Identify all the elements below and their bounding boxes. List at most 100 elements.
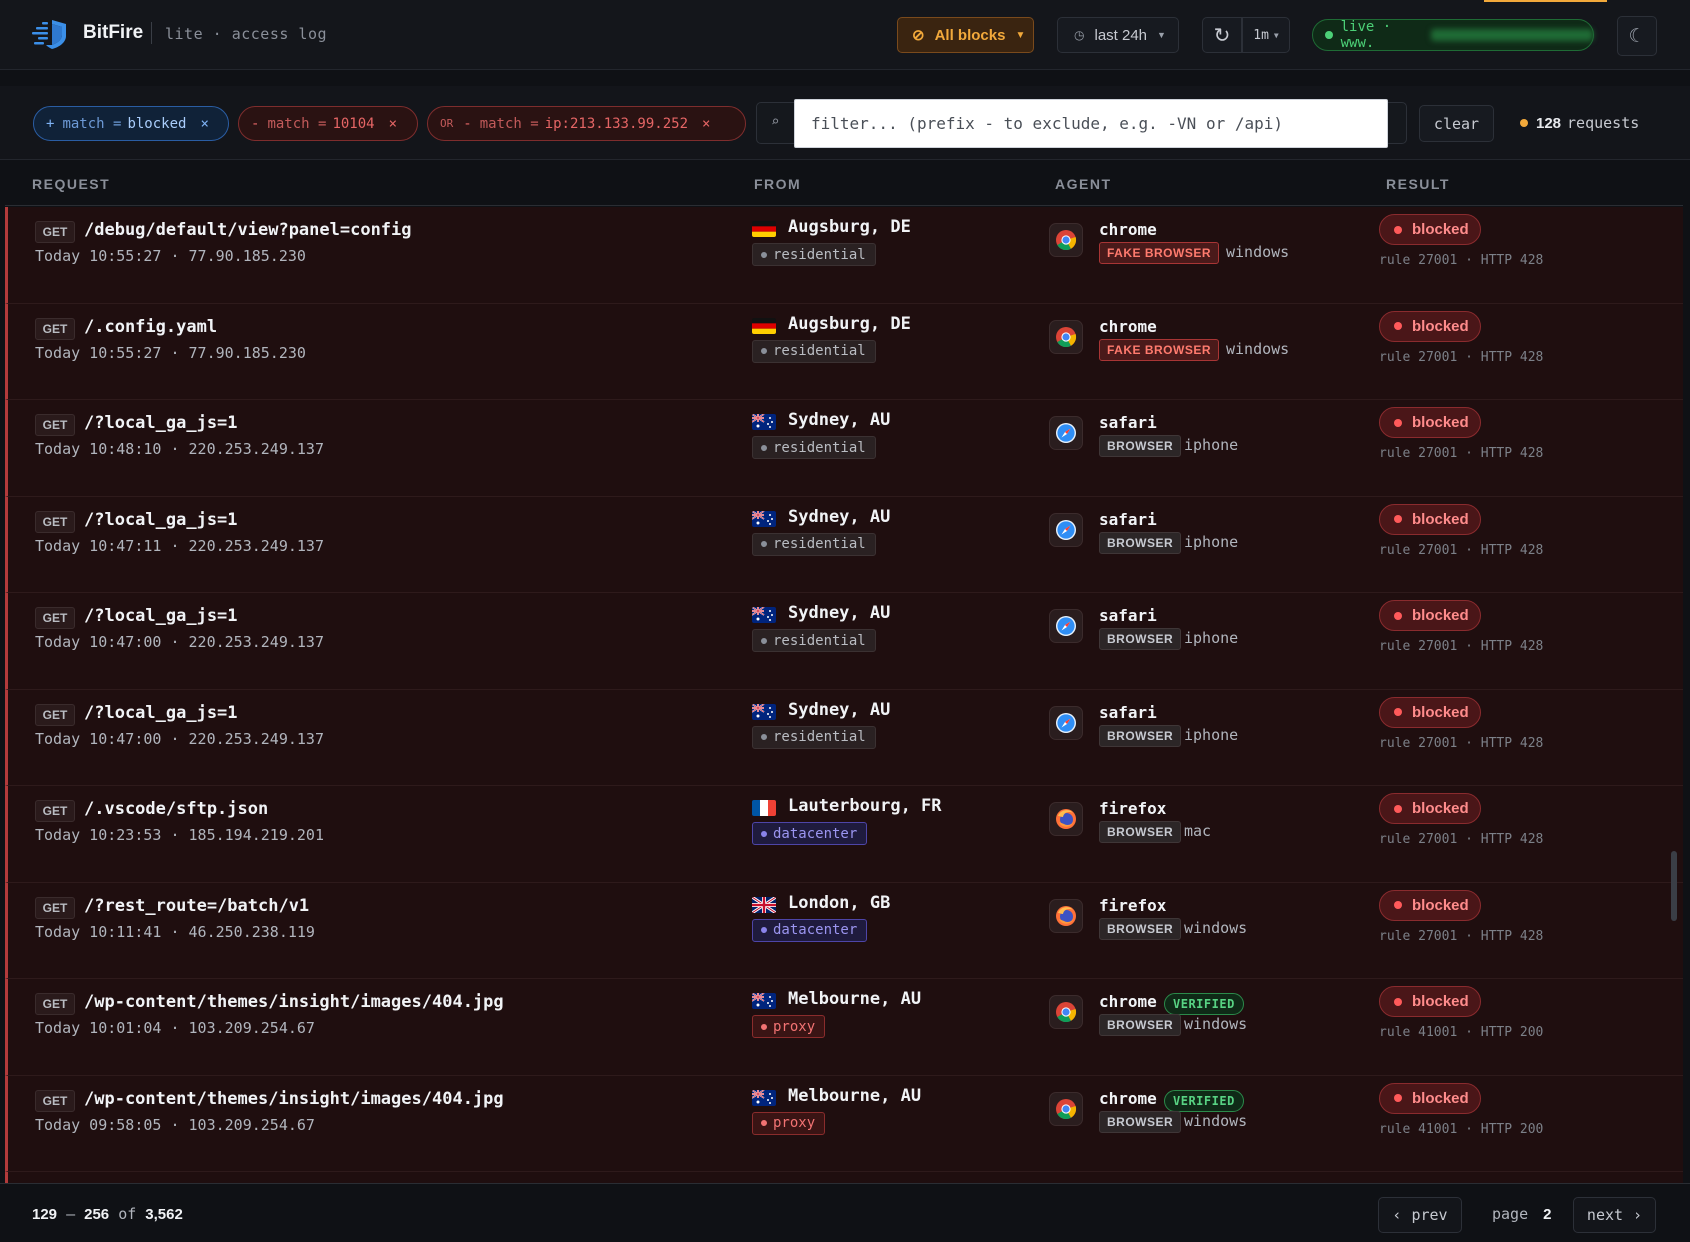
network-type-tag: residential	[752, 436, 876, 459]
request-count-label: requests	[1567, 114, 1640, 132]
request-path[interactable]: /wp-content/themes/insight/images/404.jp…	[84, 1089, 504, 1109]
next-page-button[interactable]: next ›	[1573, 1197, 1656, 1233]
status-dot-icon	[1394, 418, 1402, 427]
refresh-interval-dropdown[interactable]: 1m ▼	[1242, 17, 1290, 53]
remove-chip-icon[interactable]: ×	[702, 116, 710, 132]
result-label: blocked	[1412, 607, 1469, 624]
origin-location: London, GB	[788, 892, 891, 913]
remove-chip-icon[interactable]: ×	[389, 116, 397, 132]
country-flag-icon	[752, 1089, 776, 1106]
time-range-dropdown[interactable]: ◷ last 24h ▼	[1057, 17, 1179, 53]
refresh-icon: ↻	[1213, 24, 1231, 47]
request-path[interactable]: /.vscode/sftp.json	[84, 799, 268, 819]
table-row[interactable]: GET /?local_ga_js=1 Today 10:47:00 · 220…	[5, 689, 1683, 786]
column-header-agent: AGENT	[1055, 176, 1112, 192]
prev-label: prev	[1411, 1206, 1448, 1224]
all-blocks-dropdown[interactable]: ⊘ All blocks ▼	[897, 17, 1034, 53]
theme-toggle-button[interactable]: ☾	[1617, 16, 1657, 56]
accent-line	[1484, 0, 1607, 2]
clear-filters-button[interactable]: clear	[1419, 105, 1494, 142]
table-row[interactable]: GET /?local_ga_js=1 Today 10:47:11 · 220…	[5, 496, 1683, 593]
country-flag-icon	[752, 414, 776, 430]
filter-search-input[interactable]	[794, 99, 1388, 148]
live-indicator[interactable]: live · www.	[1312, 19, 1594, 51]
table-row[interactable]: GET /?local_ga_js=1 Today 10:48:10 · 220…	[5, 400, 1683, 497]
brand-divider	[151, 22, 152, 44]
request-path[interactable]: /?rest_route=/batch/v1	[84, 896, 309, 916]
clock-icon: ◷	[1074, 28, 1085, 42]
agent-name: chrome	[1099, 316, 1157, 336]
remove-chip-icon[interactable]: ×	[200, 116, 208, 132]
rule-info: rule 27001 · HTTP 428	[1379, 446, 1544, 461]
agent-name: chrome	[1099, 992, 1157, 1011]
request-path[interactable]: /?local_ga_js=1	[84, 413, 238, 433]
network-dot-icon	[761, 1023, 767, 1030]
refresh-button[interactable]: ↻	[1202, 17, 1242, 53]
filter-chip-include[interactable]: + match = blocked ×	[33, 106, 229, 141]
request-path[interactable]: /?local_ga_js=1	[84, 510, 238, 530]
table-row[interactable]: GET /wp-content/themes/insight/images/40…	[5, 979, 1683, 1076]
http-method-badge: GET	[35, 1089, 75, 1112]
range-dash: –	[66, 1205, 76, 1223]
rule-info: rule 27001 · HTTP 428	[1379, 639, 1544, 654]
filter-chip-exclude[interactable]: - match = 10104 ×	[238, 106, 418, 141]
request-path[interactable]: /.config.yaml	[84, 317, 217, 337]
network-type-tag: residential	[752, 339, 876, 363]
time-range-label: last 24h	[1094, 26, 1148, 44]
table-row-partial	[5, 1172, 1683, 1183]
request-path[interactable]: /?local_ga_js=1	[84, 703, 238, 723]
table-row[interactable]: GET /?local_ga_js=1 Today 10:47:00 · 220…	[5, 593, 1683, 690]
chevron-right-icon: ›	[1633, 1206, 1643, 1224]
chrome-browser-icon	[1049, 995, 1083, 1029]
verified-badge: VERIFIED	[1164, 993, 1244, 1015]
filter-chip-or-exclude[interactable]: OR - match = ip:213.133.99.252 ×	[427, 106, 746, 141]
network-type-tag: datacenter	[752, 822, 868, 845]
table-row[interactable]: GET /debug/default/view?panel=config Tod…	[5, 207, 1683, 304]
network-type-label: proxy	[773, 1115, 816, 1131]
agent-type-badge: BROWSER	[1099, 917, 1182, 940]
request-path[interactable]: /wp-content/themes/insight/images/404.jp…	[84, 992, 504, 1012]
chevron-left-icon: ‹	[1392, 1206, 1402, 1224]
status-dot-icon	[1394, 804, 1402, 813]
country-flag-icon	[752, 800, 776, 816]
network-dot-icon	[761, 637, 767, 644]
redacted-domain	[1430, 29, 1593, 41]
agent-os: iphone	[1184, 725, 1239, 744]
result-badge: blocked	[1379, 214, 1481, 245]
range-of: of	[118, 1205, 137, 1223]
request-meta: Today 10:11:41 · 46.250.238.119	[35, 922, 315, 941]
table-row[interactable]: GET /.config.yaml Today 10:55:27 · 77.90…	[5, 303, 1683, 400]
request-meta: Today 10:55:27 · 77.90.185.230	[35, 343, 306, 362]
agent-name: chrome	[1099, 1088, 1157, 1108]
status-dot-icon	[1394, 322, 1402, 330]
origin-location: Augsburg, DE	[788, 217, 911, 237]
prev-page-button[interactable]: ‹ prev	[1378, 1197, 1462, 1233]
table-row[interactable]: GET /?rest_route=/batch/v1 Today 10:11:4…	[5, 882, 1683, 979]
agent-type-badge: FAKE BROWSER	[1099, 242, 1220, 264]
safari-browser-icon	[1049, 609, 1083, 643]
search-icon: ⌕	[771, 114, 780, 130]
result-badge: blocked	[1379, 1082, 1481, 1114]
request-path[interactable]: /?local_ga_js=1	[84, 606, 238, 626]
agent-name: firefox	[1099, 799, 1167, 818]
table-row[interactable]: GET /wp-content/themes/insight/images/40…	[5, 1075, 1683, 1172]
rule-info: rule 27001 · HTTP 428	[1379, 735, 1544, 751]
agent-type-badge: BROWSER	[1099, 724, 1182, 747]
table-scrollbar[interactable]	[1671, 851, 1677, 921]
table-row[interactable]: GET /.vscode/sftp.json Today 10:23:53 · …	[5, 786, 1683, 883]
request-meta: Today 10:48:10 · 220.253.249.137	[35, 440, 324, 458]
request-count-value: 128	[1536, 114, 1562, 132]
verified-badge: VERIFIED	[1164, 1089, 1244, 1112]
result-label: blocked	[1412, 510, 1469, 528]
request-path[interactable]: /debug/default/view?panel=config	[84, 220, 412, 240]
chrome-browser-icon	[1049, 1091, 1083, 1126]
rule-info: rule 27001 · HTTP 428	[1379, 542, 1544, 558]
rule-info: rule 27001 · HTTP 428	[1379, 928, 1544, 944]
request-meta: Today 10:01:04 · 103.209.254.67	[35, 1019, 315, 1037]
agent-name: safari	[1099, 606, 1157, 625]
country-flag-icon	[752, 993, 776, 1009]
next-label: next	[1586, 1206, 1624, 1224]
rule-info: rule 41001 · HTTP 200	[1379, 1025, 1544, 1040]
http-method-badge: GET	[35, 800, 75, 822]
network-type-label: proxy	[773, 1018, 816, 1035]
